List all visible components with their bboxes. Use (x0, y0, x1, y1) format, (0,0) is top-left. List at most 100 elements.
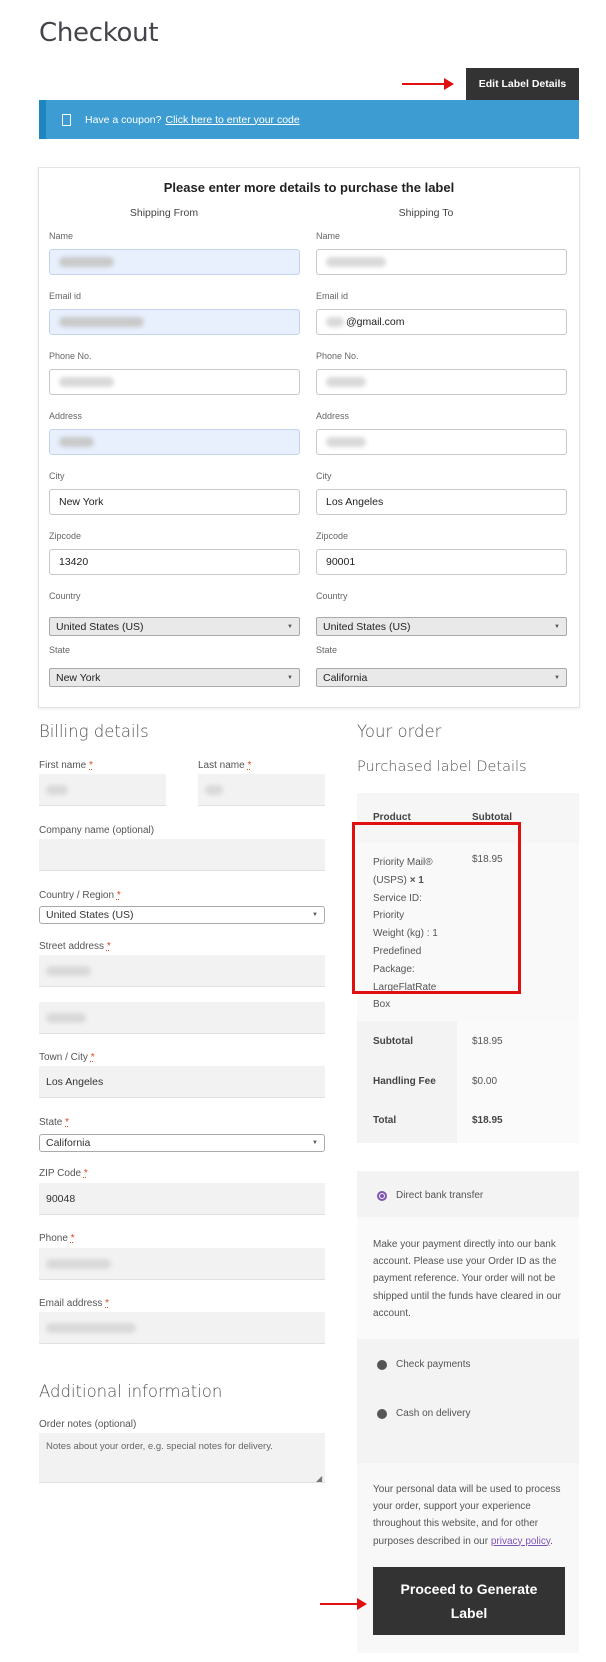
city-label: Town / City * (39, 1052, 95, 1063)
to-name-input[interactable] (316, 249, 567, 275)
to-zip-input[interactable]: 90001 (316, 549, 567, 575)
privacy-policy-link[interactable]: privacy policy (491, 1536, 550, 1547)
order-notes-label: Order notes (optional) (39, 1419, 137, 1430)
phone-label: Phone * (39, 1233, 75, 1244)
total-value: $18.95 (472, 1115, 503, 1126)
coupon-link[interactable]: Click here to enter your code (165, 114, 299, 126)
coupon-notice: Have a coupon? Click here to enter your … (39, 100, 579, 139)
state-label: State * (39, 1117, 70, 1128)
country-value: United States (US) (46, 909, 134, 921)
to-city-label: City (316, 471, 332, 481)
privacy-text: Your personal data will be used to proce… (373, 1484, 561, 1547)
chevron-down-icon: ▼ (312, 912, 318, 918)
from-city-input[interactable]: New York (49, 489, 300, 515)
card-title: Please enter more details to purchase th… (163, 180, 455, 195)
radio-icon[interactable] (377, 1359, 387, 1370)
shipping-from-heading: Shipping From (129, 207, 199, 219)
to-email-input[interactable]: @gmail.com (316, 309, 567, 335)
payment-description: Make your payment directly into our bank… (373, 1239, 561, 1319)
radio-selected-icon[interactable] (377, 1190, 387, 1201)
resize-handle-icon[interactable]: ◢ (316, 1474, 322, 1483)
phone-input[interactable] (39, 1248, 325, 1280)
from-country-select[interactable]: United States (US) ▼ (49, 617, 300, 636)
annotation-arrow (320, 1598, 367, 1610)
email-input[interactable] (39, 1312, 325, 1344)
to-address-label: Address (316, 411, 350, 421)
to-zip-label: Zipcode (316, 531, 349, 541)
label-details-card: Please enter more details to purchase th… (38, 167, 580, 708)
from-country-label: Country (49, 591, 81, 601)
edit-label-details-button[interactable]: Edit Label Details (466, 68, 579, 100)
from-name-label: Name (49, 231, 74, 241)
from-city-label: City (49, 471, 65, 481)
chevron-down-icon: ▼ (287, 623, 293, 630)
to-state-value: California (323, 671, 368, 684)
to-country-label: Country (316, 591, 348, 601)
street-input[interactable] (39, 955, 325, 987)
to-country-select[interactable]: United States (US) ▼ (316, 617, 567, 636)
to-city-input[interactable]: Los Angeles (316, 489, 567, 515)
from-state-label: State (49, 645, 71, 655)
annotation-arrow (402, 78, 454, 90)
state-select[interactable]: California ▼ (39, 1134, 325, 1152)
purchased-label-heading: Purchased label Details (357, 759, 527, 775)
chevron-down-icon: ▼ (287, 674, 293, 681)
street-label: Street address * (39, 941, 111, 952)
your-order-heading: Your order (357, 722, 442, 741)
radio-icon[interactable] (377, 1408, 387, 1419)
to-address-input[interactable] (316, 429, 567, 455)
country-label: Country / Region * (39, 890, 121, 901)
to-phone-label: Phone No. (316, 351, 359, 361)
last-name-label: Last name * (198, 760, 252, 771)
coupon-text: Have a coupon? (85, 113, 162, 126)
street-line2-input[interactable] (39, 1002, 325, 1034)
city-input[interactable]: Los Angeles (39, 1066, 325, 1098)
chevron-down-icon: ▼ (312, 1140, 318, 1146)
email-label: Email address * (39, 1298, 110, 1309)
first-name-input[interactable] (39, 774, 166, 806)
from-address-label: Address (49, 411, 83, 421)
to-email-suffix: @gmail.com (346, 316, 405, 328)
to-state-label: State (316, 645, 338, 655)
chevron-down-icon: ▼ (554, 674, 560, 681)
country-select[interactable]: United States (US) ▼ (39, 906, 325, 924)
zip-input[interactable]: 90048 (39, 1183, 325, 1215)
to-state-select[interactable]: California ▼ (316, 668, 567, 687)
payment-method-cod[interactable]: Cash on delivery (377, 1408, 470, 1419)
additional-heading: Additional information (39, 1382, 223, 1401)
proceed-to-generate-label-button[interactable]: Proceed to Generate Label (373, 1567, 565, 1635)
first-name-label: First name * (39, 760, 93, 771)
handling-fee-label: Handling Fee (373, 1076, 436, 1087)
from-state-value: New York (56, 671, 101, 684)
to-name-label: Name (316, 231, 341, 241)
to-email-label: Email id (316, 291, 349, 301)
billing-heading: Billing details (39, 722, 149, 741)
from-phone-label: Phone No. (49, 351, 92, 361)
annotation-highlight-box (352, 822, 521, 994)
from-zip-label: Zipcode (49, 531, 82, 541)
from-state-select[interactable]: New York ▼ (49, 668, 300, 687)
subtotal-value: $18.95 (472, 1036, 503, 1047)
to-country-value: United States (US) (323, 620, 411, 633)
from-email-input[interactable] (49, 309, 300, 335)
from-name-input[interactable] (49, 249, 300, 275)
company-label: Company name (optional) (39, 825, 155, 836)
last-name-input[interactable] (198, 774, 325, 806)
to-phone-input[interactable] (316, 369, 567, 395)
page-title: Checkout (39, 18, 159, 48)
payment-method-bank[interactable]: Direct bank transfer (377, 1190, 483, 1201)
state-value: California (46, 1137, 91, 1149)
total-label: Total (373, 1115, 397, 1126)
from-country-value: United States (US) (56, 620, 144, 633)
company-input[interactable] (39, 839, 325, 871)
chevron-down-icon: ▼ (554, 623, 560, 630)
from-address-input[interactable] (49, 429, 300, 455)
from-phone-input[interactable] (49, 369, 300, 395)
payment-method-check[interactable]: Check payments (377, 1359, 470, 1370)
handling-fee-value: $0.00 (472, 1076, 498, 1087)
from-email-label: Email id (49, 291, 82, 301)
subtotal-label: Subtotal (373, 1036, 413, 1047)
from-zip-input[interactable]: 13420 (49, 549, 300, 575)
zip-label: ZIP Code * (39, 1168, 88, 1179)
order-notes-textarea[interactable]: Notes about your order, e.g. special not… (39, 1433, 325, 1483)
